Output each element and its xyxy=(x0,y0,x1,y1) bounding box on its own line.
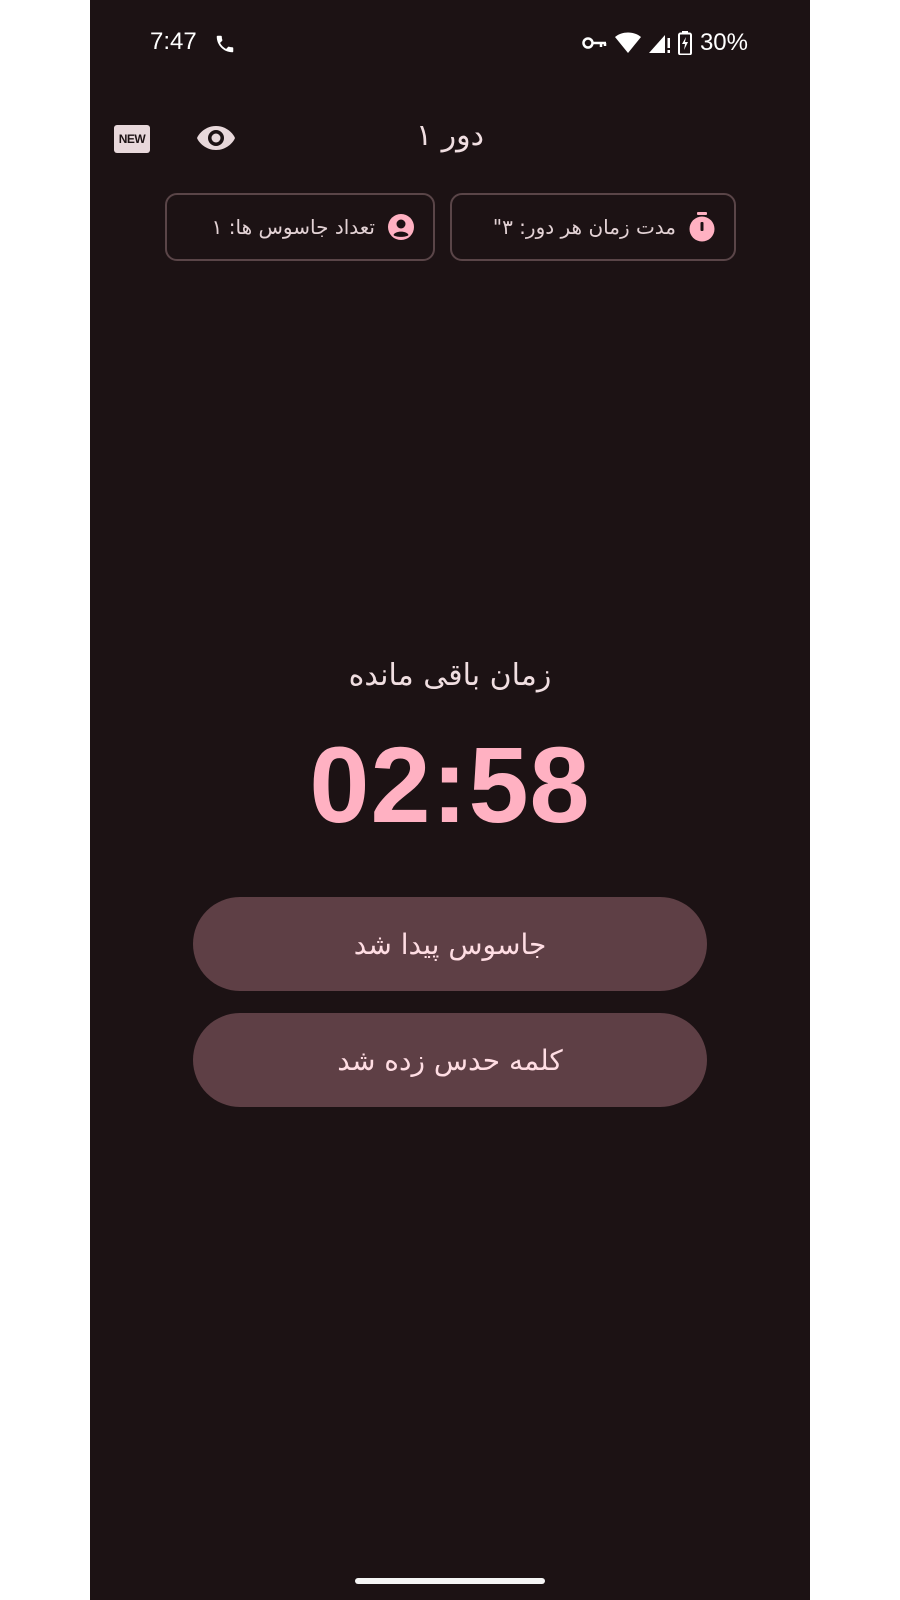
wifi-icon xyxy=(614,32,641,53)
key-icon xyxy=(582,37,607,49)
word-guessed-button[interactable]: کلمه حدس زده شد xyxy=(193,1013,707,1107)
cell-signal-icon xyxy=(648,35,670,53)
top-app-bar: NEW دور ۱ xyxy=(90,100,810,175)
new-badge-icon[interactable]: NEW xyxy=(114,125,150,153)
phone-screen: 7:47 30% NEW دور ۱ تعداد جاسوس ها: ۱ مدت… xyxy=(90,0,810,1600)
spy-count-chip[interactable]: تعداد جاسوس ها: ۱ xyxy=(165,193,435,261)
round-duration-label: مدت زمان هر دور: ۳" xyxy=(492,215,676,239)
countdown-timer: 02:58 xyxy=(309,724,591,845)
status-bar: 7:47 30% xyxy=(90,0,810,90)
account-circle-icon xyxy=(388,214,414,240)
status-icons: 30% xyxy=(582,28,748,58)
battery-percentage: 30% xyxy=(699,29,748,56)
spy-count-label: تعداد جاسوس ها: ۱ xyxy=(211,215,375,239)
eye-icon[interactable] xyxy=(196,122,236,154)
status-time: 7:47 xyxy=(150,28,197,55)
page-title: دور ۱ xyxy=(416,118,484,153)
time-remaining-label: زمان باقی مانده xyxy=(348,658,552,693)
round-duration-chip[interactable]: مدت زمان هر دور: ۳" xyxy=(450,193,736,261)
spy-found-button[interactable]: جاسوس پیدا شد xyxy=(193,897,707,991)
battery-charging-icon xyxy=(677,31,692,55)
home-indicator[interactable] xyxy=(355,1578,545,1584)
stopwatch-icon xyxy=(689,212,715,242)
phone-call-icon xyxy=(216,35,234,53)
